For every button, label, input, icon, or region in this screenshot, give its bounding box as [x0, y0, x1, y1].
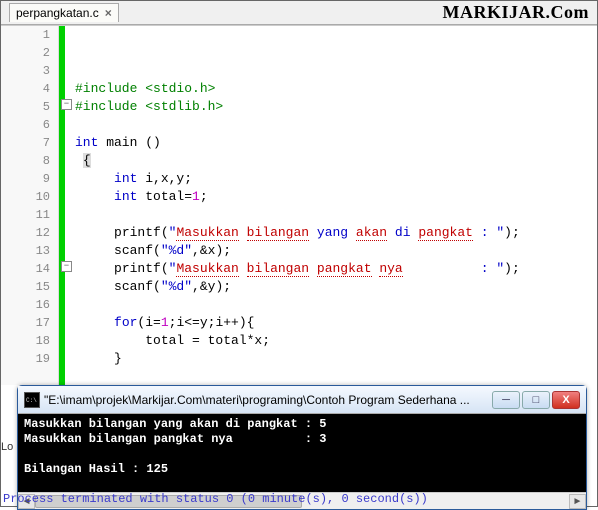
code-token: ; — [200, 189, 208, 204]
window-buttons: ─ □ X — [492, 391, 580, 409]
truncated-label: Lo — [1, 441, 13, 453]
build-log-line: Process terminated with status 0 (0 minu… — [3, 492, 428, 506]
code-token: int — [114, 171, 137, 186]
code-token: ,&x); — [192, 243, 231, 258]
code-token: printf( — [114, 225, 169, 240]
code-token: yang — [309, 225, 356, 240]
file-tab[interactable]: perpangkatan.c × — [9, 3, 119, 22]
code-token: "%d" — [161, 279, 192, 294]
line-number: 16 — [1, 296, 50, 314]
code-token: 1 — [192, 189, 200, 204]
line-number: 9 — [1, 170, 50, 188]
code-token: (i= — [137, 315, 160, 330]
code-token: scanf( — [114, 279, 161, 294]
code-token: } — [114, 351, 122, 366]
code-token — [239, 225, 247, 240]
code-area[interactable]: − − #include <stdio.h> #include <stdlib.… — [65, 26, 597, 385]
code-token: scanf( — [114, 243, 161, 258]
code-token: pangkat — [317, 261, 372, 277]
code-token: pangkat — [418, 225, 473, 241]
line-number: 2 — [1, 44, 50, 62]
code-token: Masukkan — [176, 261, 238, 277]
code-token: <stdlib.h> — [145, 99, 223, 114]
code-token: i,x,y; — [137, 171, 192, 186]
line-number: 1 — [1, 26, 50, 44]
line-number-gutter: 12345678910111213141516171819 — [1, 26, 59, 385]
line-number: 7 — [1, 134, 50, 152]
console-titlebar[interactable]: "E:\imam\projek\Markijar.Com\materi\prog… — [18, 386, 586, 414]
code-token: #include — [75, 81, 145, 96]
code-token: bilangan — [247, 225, 309, 241]
code-token: 1 — [161, 315, 169, 330]
line-number: 12 — [1, 224, 50, 242]
code-token: ;i<=y;i++){ — [169, 315, 255, 330]
code-token: ); — [504, 261, 520, 276]
code-token: ); — [504, 225, 520, 240]
code-token: for — [114, 315, 137, 330]
code-token: nya — [379, 261, 402, 277]
line-number: 14 — [1, 260, 50, 278]
minimize-button[interactable]: ─ — [492, 391, 520, 409]
code-token: #include — [75, 99, 145, 114]
close-button[interactable]: X — [552, 391, 580, 409]
line-number: 13 — [1, 242, 50, 260]
line-number: 10 — [1, 188, 50, 206]
line-number: 17 — [1, 314, 50, 332]
code-token: printf( — [114, 261, 169, 276]
code-token: : " — [473, 225, 504, 240]
code-token: bilangan — [247, 261, 309, 277]
code-token: main () — [98, 135, 160, 150]
maximize-button[interactable]: □ — [522, 391, 550, 409]
fold-icon[interactable]: − — [61, 99, 72, 110]
cmd-icon — [24, 392, 40, 408]
code-token: "%d" — [161, 243, 192, 258]
code-token: <stdio.h> — [145, 81, 215, 96]
line-number: 19 — [1, 350, 50, 368]
fold-icon[interactable]: − — [61, 261, 72, 272]
line-number: 15 — [1, 278, 50, 296]
console-title: "E:\imam\projek\Markijar.Com\materi\prog… — [44, 393, 492, 407]
tab-filename: perpangkatan.c — [16, 6, 99, 20]
code-token: akan — [356, 225, 387, 241]
code-token: { — [83, 153, 91, 168]
code-token — [309, 261, 317, 276]
line-number: 6 — [1, 116, 50, 134]
code-token: ,&y); — [192, 279, 231, 294]
line-number: 8 — [1, 152, 50, 170]
close-icon[interactable]: × — [105, 6, 112, 20]
code-editor[interactable]: 12345678910111213141516171819 − − #inclu… — [1, 25, 597, 385]
code-token: total = total*x; — [145, 333, 270, 348]
line-number: 3 — [1, 62, 50, 80]
line-number: 4 — [1, 80, 50, 98]
code-token: int — [114, 189, 137, 204]
code-token: total= — [137, 189, 192, 204]
code-token: Masukkan — [176, 225, 238, 241]
code-token: di — [387, 225, 418, 240]
line-number: 11 — [1, 206, 50, 224]
tab-bar: perpangkatan.c × MARKIJAR.Com — [1, 1, 597, 25]
line-number: 5 — [1, 98, 50, 116]
code-token — [239, 261, 247, 276]
brand-watermark: MARKIJAR.Com — [443, 2, 589, 23]
line-number: 18 — [1, 332, 50, 350]
code-token: : " — [403, 261, 504, 276]
code-token: int — [75, 135, 98, 150]
console-output[interactable]: Masukkan bilangan yang akan di pangkat :… — [18, 414, 586, 492]
scroll-right-button[interactable]: ► — [569, 494, 586, 509]
